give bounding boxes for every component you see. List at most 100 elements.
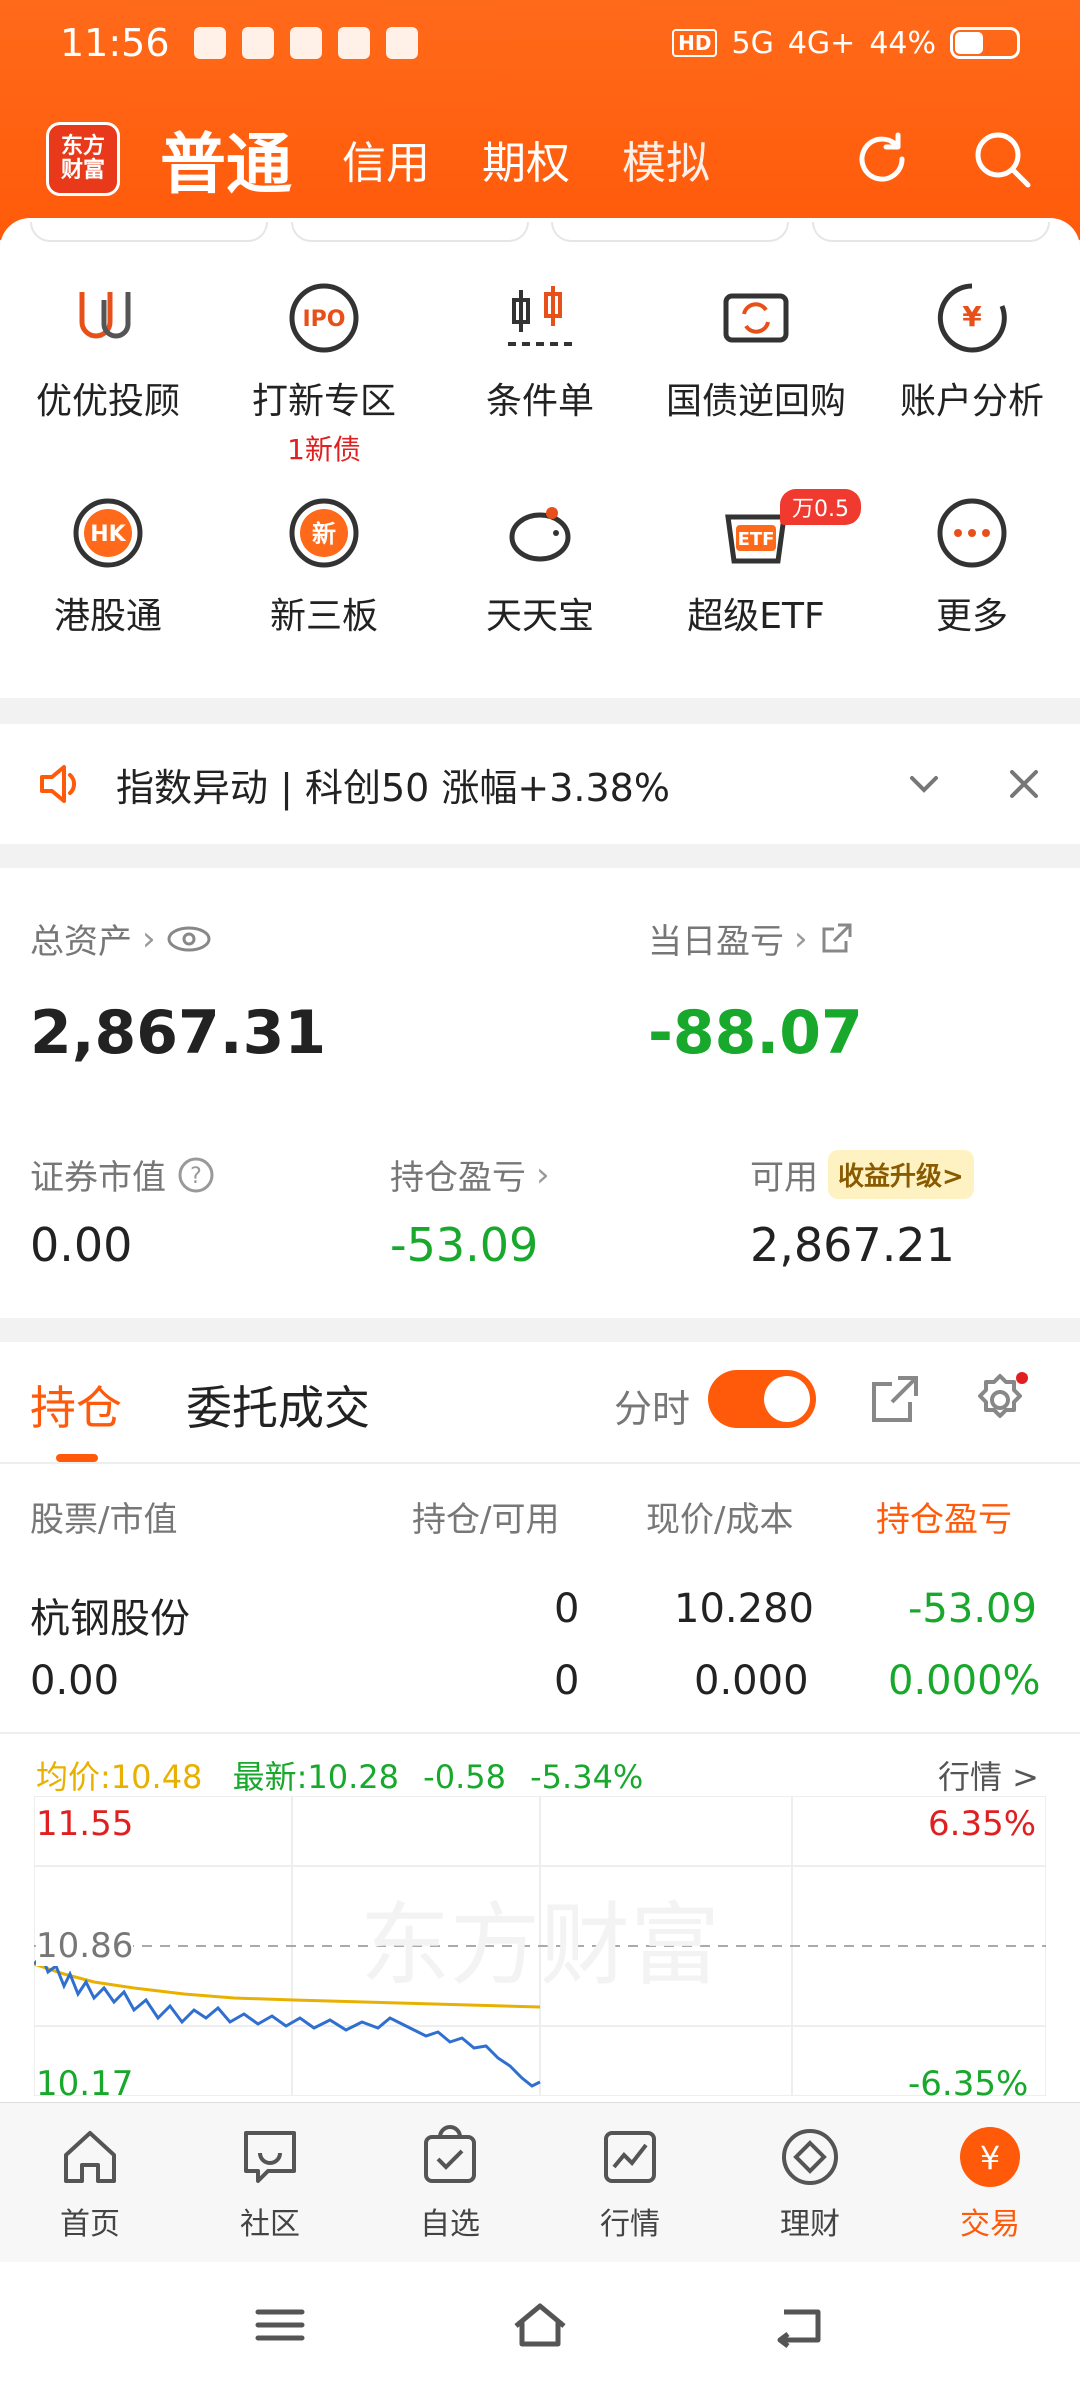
home-icon: [64, 2131, 116, 2183]
tab-holdings[interactable]: 持仓: [30, 1372, 122, 1438]
system-nav-bar: [0, 2262, 1080, 2388]
intraday-toggle-label: 分时: [614, 1387, 691, 1431]
wealth-icon: [782, 2129, 838, 2185]
market-link[interactable]: 行情 >: [938, 1752, 1039, 1798]
feature-new-third-board[interactable]: 新 新三板: [216, 493, 432, 708]
position-pl-value: -53.09: [390, 1218, 539, 1272]
tab-normal[interactable]: 普通: [160, 111, 292, 207]
cost-price: 0.000: [694, 1658, 809, 1704]
piggy-bank-icon: [509, 507, 571, 562]
menu-icon[interactable]: [250, 2300, 310, 2350]
available-label: 可用 收益升级>: [750, 1150, 974, 1199]
feature-treasury-repo[interactable]: 国债逆回购: [648, 278, 864, 493]
search-icon[interactable]: [970, 127, 1034, 191]
chart-bottom-pct: -6.35%: [908, 2064, 1029, 2104]
svg-text:ETF: ETF: [738, 529, 775, 550]
chevron-right-icon: ›: [536, 1154, 550, 1195]
new-board-icon: 新: [289, 498, 359, 568]
collapsed-pills: [30, 222, 1050, 242]
status-bar: 11:56 HD 5G 4G+ 44%: [0, 0, 1080, 86]
nav-community[interactable]: 社区: [180, 2103, 360, 2262]
gear-icon[interactable]: [970, 1370, 1030, 1430]
notification-app-icon: [385, 27, 418, 59]
position-pl: -53.09: [908, 1586, 1037, 1632]
tab-simulation[interactable]: 模拟: [622, 127, 710, 191]
feature-more[interactable]: 更多: [864, 493, 1080, 708]
battery-percent: 44%: [869, 25, 936, 61]
nav-wealth[interactable]: 理财: [720, 2103, 900, 2262]
feature-uu-advisor[interactable]: 优优投顾: [0, 278, 216, 493]
feature-super-etf[interactable]: 万0.5 ETF 超级ETF: [648, 489, 864, 708]
help-icon[interactable]: ?: [176, 1155, 216, 1195]
daily-pl-label[interactable]: 当日盈亏 ›: [648, 914, 854, 963]
hd-indicator: HD: [672, 29, 718, 57]
feature-tiantianbao[interactable]: 天天宝: [432, 493, 648, 708]
notification-app-icon: [289, 27, 322, 59]
back-icon[interactable]: [770, 2300, 830, 2350]
battery-icon: [950, 27, 1020, 59]
chevron-right-icon: ›: [794, 918, 808, 959]
position-pl-label[interactable]: 持仓盈亏 ›: [390, 1150, 550, 1199]
feature-conditional-order[interactable]: 条件单: [432, 278, 648, 493]
positions-card: 持仓 委托成交 分时 股票/市值 持仓/可用 现价/成本 持仓盈亏 杭钢股份 0…: [0, 1342, 1080, 2104]
home-button-icon[interactable]: [510, 2300, 570, 2350]
speaker-icon: [40, 765, 77, 803]
tab-credit[interactable]: 信用: [342, 127, 430, 191]
app-logo: 东方 财富: [46, 122, 120, 196]
repo-icon: [723, 293, 789, 343]
tab-options[interactable]: 期权: [482, 127, 570, 191]
available-value: 2,867.21: [750, 1218, 955, 1272]
status-time: 11:56: [60, 21, 170, 65]
chart-mid-price: 10.86: [36, 1926, 134, 1966]
market-value: 0.00: [30, 1218, 133, 1272]
nav-trade[interactable]: ¥ 交易: [900, 2103, 1080, 2262]
feature-account-analysis[interactable]: ¥ 账户分析: [864, 278, 1080, 493]
app-header: 11:56 HD 5G 4G+ 44% 东方 财富 普通 信用 期权 模拟: [0, 0, 1080, 240]
chevron-right-icon: ›: [142, 918, 156, 959]
col-pl[interactable]: 持仓盈亏: [876, 1492, 1012, 1541]
tab-orders[interactable]: 委托成交: [186, 1372, 370, 1438]
col-price: 现价/成本: [646, 1500, 794, 1540]
chevron-down-icon[interactable]: [904, 764, 944, 804]
close-icon[interactable]: [1004, 764, 1044, 804]
intraday-toggle[interactable]: [708, 1370, 816, 1428]
trade-icon: ¥: [960, 2127, 1020, 2187]
more-icon: [937, 498, 1007, 568]
market-value-label: 证券市值 ?: [30, 1150, 216, 1199]
feature-hk-connect[interactable]: HK 港股通: [0, 493, 216, 708]
position-pl-pct: 0.000%: [888, 1658, 1041, 1704]
share-out-icon[interactable]: [866, 1372, 922, 1428]
holding-qty: 0: [554, 1586, 580, 1632]
svg-text:IPO: IPO: [302, 307, 345, 332]
notification-app-icon: [337, 27, 370, 59]
title-bar: 东方 财富 普通 信用 期权 模拟: [0, 104, 1080, 214]
refresh-icon[interactable]: [850, 127, 914, 191]
intraday-minichart[interactable]: 均价:10.48 最新:10.28 -0.58 -5.34% 行情 > 东方财富…: [0, 1732, 1080, 2104]
notification-app-icon: [241, 27, 274, 59]
price-chart: 东方财富: [34, 1796, 1046, 2096]
bottom-nav: 首页 社区 自选 行情 理财 ¥ 交易: [0, 2102, 1080, 2262]
notice-text: 指数异动 | 科创50 涨幅+3.38%: [116, 765, 670, 810]
stock-name: 杭钢股份: [30, 1596, 190, 1642]
chart-watermark: 东方财富: [360, 1893, 720, 1998]
status-indicators: HD 5G 4G+ 44%: [672, 26, 1020, 61]
feature-grid: 优优投顾 IPO 打新专区 1新债 条件单 国债逆回购 ¥ 账户分析 HK 港股…: [0, 278, 1080, 708]
nav-watchlist[interactable]: 自选: [360, 2103, 540, 2262]
total-assets-value: 2,867.31: [30, 998, 327, 1068]
watchlist-icon: [424, 2125, 476, 2183]
candlestick-icon: [508, 286, 572, 346]
eye-icon[interactable]: [166, 924, 212, 954]
daily-pl-value: -88.07: [648, 998, 863, 1068]
notice-bar[interactable]: 指数异动 | 科创50 涨幅+3.38%: [0, 724, 1080, 844]
col-stock: 股票/市值: [30, 1500, 178, 1540]
feature-ipo-zone[interactable]: IPO 打新专区 1新债: [216, 278, 432, 493]
svg-text:新: 新: [312, 520, 336, 548]
uu-advisor-icon: [79, 292, 131, 339]
total-assets-label[interactable]: 总资产 ›: [30, 914, 212, 963]
notification-app-icon: [193, 27, 226, 59]
nav-market[interactable]: 行情: [540, 2103, 720, 2262]
yield-upgrade-button[interactable]: 收益升级>: [828, 1150, 974, 1199]
share-out-icon[interactable]: [818, 921, 854, 957]
network-4g-indicator: 4G+: [787, 25, 856, 61]
nav-home[interactable]: 首页: [0, 2103, 180, 2262]
